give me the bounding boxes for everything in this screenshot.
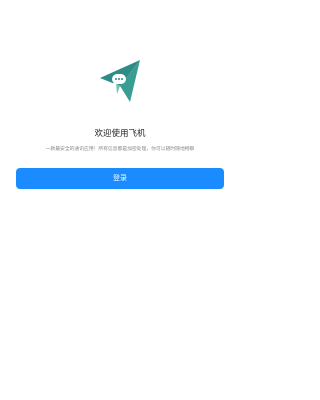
welcome-screen: 欢迎使用飞机 一款最安全的通讯应用！所有信息都是加密处理，你可以随时随地畅聊 登…: [0, 0, 240, 400]
logo-graphic: [100, 60, 140, 102]
login-button[interactable]: 登录: [16, 168, 224, 189]
welcome-subtitle: 一款最安全的通讯应用！所有信息都是加密处理，你可以随时随地畅聊: [45, 147, 195, 152]
paper-plane-chat-icon: [96, 56, 144, 104]
welcome-title: 欢迎使用飞机: [94, 129, 146, 139]
